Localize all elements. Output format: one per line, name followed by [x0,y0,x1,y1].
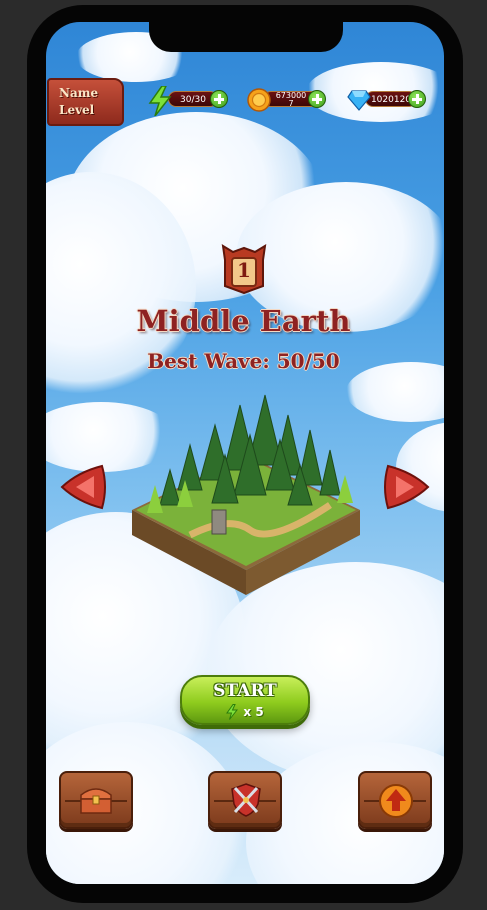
level-number: 1 [237,258,251,282]
shield-swords-icon [231,783,261,817]
lightning-icon [148,86,172,116]
level-number-badge: 1 [221,244,267,294]
phone-notch [149,18,343,52]
start-button-label: START [213,681,277,701]
player-level: Level [59,103,95,117]
treasure-chest-icon [80,788,112,814]
start-cost: x 5 [226,701,264,720]
upgrade-arrow-icon [379,784,413,818]
add-gems-button[interactable] [408,90,426,108]
treasure-chest-button[interactable] [59,771,133,829]
lightning-icon [226,703,239,720]
next-level-arrow[interactable] [382,462,432,512]
level-island-image[interactable] [130,385,362,600]
start-cost-value: x 5 [243,705,264,719]
gem-counter: 1020120 [347,88,429,111]
player-name: Name [59,86,99,100]
coin-counter: 6730007 [247,88,327,112]
energy-counter: 30/30 [148,86,228,116]
equipment-button[interactable] [208,771,282,829]
coin-icon [247,88,271,112]
best-wave-label: Best Wave: 50/50 [147,349,340,373]
upgrade-button[interactable] [358,771,432,829]
level-title: Middle Earth [136,304,351,338]
add-energy-button[interactable] [210,90,228,108]
previous-level-arrow[interactable] [58,462,108,512]
start-button[interactable]: START x 5 [180,675,310,725]
player-profile-plaque[interactable]: Name Level [47,78,124,126]
gem-icon [347,90,371,111]
add-coins-button[interactable] [308,90,326,108]
